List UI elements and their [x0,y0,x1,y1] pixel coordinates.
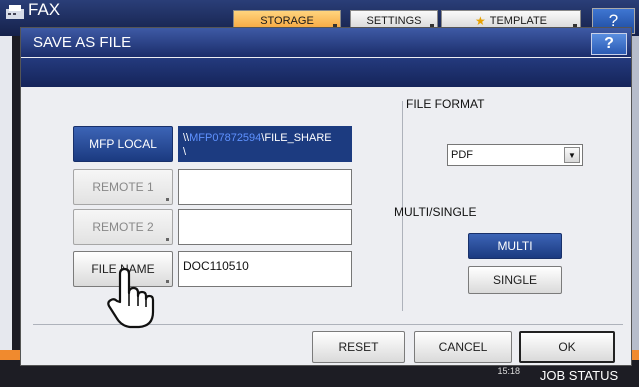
mfp-local-path-field: \\MFP07872594\FILE_SHARE \ [178,126,352,162]
cancel-button[interactable]: CANCEL [414,331,512,363]
tab-settings-label: SETTINGS [366,15,422,27]
background-panel-left [0,36,12,366]
multi-single-label: MULTI/SINGLE [394,205,477,219]
corner-marker-icon [166,238,169,241]
job-status-button[interactable]: JOB STATUS [526,365,632,385]
tab-template-label: TEMPLATE [489,15,548,27]
dialog-titlebar: SAVE AS FILE ? [21,28,631,57]
mfp-local-button[interactable]: MFP LOCAL [73,126,173,162]
remote-2-button[interactable]: REMOTE 2 [73,209,173,245]
remote-2-path-field [178,209,352,245]
single-button[interactable]: SINGLE [468,266,562,294]
remote-1-path-field [178,169,352,205]
file-name-field[interactable]: DOC110510 [178,251,352,287]
multi-button[interactable]: MULTI [468,233,562,259]
dialog-header-band [21,58,631,87]
clock-display: 15:18 [497,366,520,376]
ok-button[interactable]: OK [519,331,615,363]
tab-storage-label: STORAGE [260,15,314,27]
app-title: FAX [28,0,61,19]
corner-marker-icon [166,198,169,201]
corner-marker-icon [166,280,169,283]
chevron-down-icon: ▼ [564,147,580,163]
dialog-title: SAVE AS FILE [33,34,132,51]
help-button[interactable]: ? [591,33,627,55]
blurred-host-name: MFP07872594 [189,132,262,144]
hand-pointer-icon [107,267,155,329]
file-format-label: FILE FORMAT [406,97,485,111]
reset-button[interactable]: RESET [312,331,405,363]
fax-icon [6,5,24,19]
star-icon: ★ [474,14,486,28]
remote-1-button[interactable]: REMOTE 1 [73,169,173,205]
file-format-select[interactable]: PDF ▼ [447,144,583,166]
